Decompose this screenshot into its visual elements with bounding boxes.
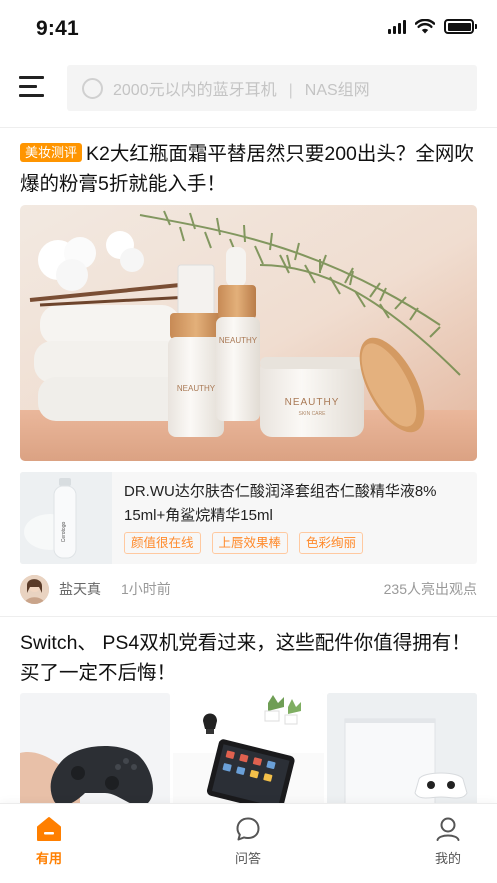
dropper-brand-text: NEAUTHY bbox=[219, 336, 258, 345]
article-card[interactable]: 美妆测评 K2大红瓶面霜平替居然只要200出头？全网吹爆的粉膏5折就能入手！ bbox=[20, 139, 477, 199]
product-tag[interactable]: 色彩绚丽 bbox=[299, 532, 364, 554]
article-image[interactable] bbox=[20, 693, 171, 803]
post-time: 1小时前 bbox=[121, 581, 171, 597]
article-meta: 盐天真 1小时前 235人亮出观点 bbox=[20, 573, 477, 605]
search-input[interactable]: 2000元以内的蓝牙耳机 | NAS组网 bbox=[67, 65, 477, 111]
opinion-count[interactable]: 235人亮出观点 bbox=[384, 579, 477, 599]
product-tags: 颜值很在线 上唇效果棒 色彩绚丽 bbox=[124, 532, 364, 554]
tab-useful[interactable]: 有用 bbox=[9, 812, 89, 876]
product-tag[interactable]: 上唇效果棒 bbox=[211, 532, 289, 554]
category-badge: 美妆测评 bbox=[20, 143, 83, 162]
search-hint-1: 2000元以内的蓝牙耳机 bbox=[113, 82, 277, 99]
bottom-tab-bar: 有用 问答 我的 bbox=[0, 803, 497, 883]
search-separator: | bbox=[288, 82, 293, 99]
tab-label: 我的 bbox=[434, 851, 461, 866]
search-icon bbox=[81, 77, 103, 99]
search-placeholder: 2000元以内的蓝牙耳机 | NAS组网 bbox=[113, 76, 370, 100]
status-time: 9:41 bbox=[36, 17, 79, 40]
tab-label: 有用 bbox=[35, 851, 62, 866]
menu-button[interactable] bbox=[19, 74, 46, 98]
divider bbox=[0, 127, 497, 128]
tab-me[interactable]: 我的 bbox=[408, 812, 488, 876]
user-icon bbox=[435, 816, 461, 842]
jar-sub-text: SKIN CARE bbox=[299, 411, 327, 417]
divider bbox=[0, 616, 497, 617]
article-image[interactable] bbox=[173, 693, 324, 803]
article-card[interactable]: Switch、 PS4双机党看过来，这些配件你值得拥有！买了一定不后悔！ bbox=[20, 628, 477, 688]
status-icons bbox=[388, 19, 477, 34]
menu-icon bbox=[19, 76, 44, 79]
product-thumbnail: Cerotogo bbox=[20, 472, 112, 564]
wifi-icon bbox=[415, 19, 435, 34]
bottle-brand-text: NEAUTHY bbox=[177, 384, 216, 393]
product-tag[interactable]: 颜值很在线 bbox=[124, 532, 201, 554]
tab-qa[interactable]: 问答 bbox=[208, 812, 288, 876]
article-title[interactable]: Switch、 PS4双机党看过来，这些配件你值得拥有！买了一定不后悔！ bbox=[20, 628, 477, 688]
product-thumb-text: Cerotogo bbox=[61, 522, 67, 543]
article-title[interactable]: 美妆测评 K2大红瓶面霜平替居然只要200出头？全网吹爆的粉膏5折就能入手！ bbox=[20, 139, 477, 199]
article-title-text: K2大红瓶面霜平替居然只要200出头？全网吹爆的粉膏5折就能入手！ bbox=[20, 143, 474, 195]
article-image-row[interactable] bbox=[20, 693, 477, 803]
status-bar: 9:41 bbox=[0, 0, 497, 56]
tab-label: 问答 bbox=[234, 851, 261, 866]
home-icon bbox=[36, 816, 62, 842]
avatar[interactable] bbox=[20, 574, 49, 604]
jar-brand-text: NEAUTHY bbox=[285, 397, 340, 408]
cellular-signal-icon bbox=[388, 19, 406, 34]
article-image[interactable] bbox=[326, 693, 477, 803]
product-name: DR.WU达尔肤杏仁酸润泽套组杏仁酸精华液8% 15ml+角鲨烷精华15ml bbox=[124, 483, 437, 524]
article-hero-image[interactable]: NEAUTHY NEAUTHY NEAUTHY SKIN CARE bbox=[20, 205, 477, 461]
author-name[interactable]: 盐天真 bbox=[59, 579, 101, 599]
chat-bubble-icon bbox=[235, 816, 261, 842]
search-hint-2: NAS组网 bbox=[304, 82, 370, 99]
battery-icon bbox=[444, 19, 477, 34]
top-header: 2000元以内的蓝牙耳机 | NAS组网 bbox=[0, 60, 497, 116]
product-card[interactable]: Cerotogo DR.WU达尔肤杏仁酸润泽套组杏仁酸精华液8% 15ml+角鲨… bbox=[20, 472, 477, 564]
